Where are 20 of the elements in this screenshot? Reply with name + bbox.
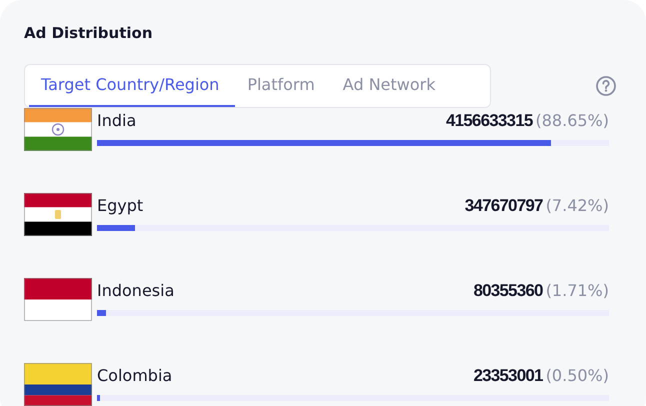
help-icon[interactable] <box>595 75 617 97</box>
flag-icon <box>24 278 92 321</box>
tab[interactable]: Target Country/Region <box>29 65 236 107</box>
flag-icon <box>24 363 92 406</box>
country-name: Indonesia <box>97 280 174 302</box>
tab[interactable]: Ad Network <box>330 65 452 107</box>
country-name: Colombia <box>97 365 172 387</box>
flag-icon <box>24 193 92 236</box>
country-name: Egypt <box>97 195 144 217</box>
install-count: 347670797 <box>464 195 543 218</box>
country-name: India <box>97 110 136 132</box>
install-count: 23353001 <box>473 365 543 388</box>
section-title: Ad Distribution <box>24 23 154 44</box>
percentage: (7.42%) <box>546 195 609 217</box>
percentage: (0.50%) <box>546 365 609 387</box>
tab[interactable]: Platform <box>235 65 331 107</box>
percentage: (1.71%) <box>546 280 609 302</box>
install-count: 80355360 <box>473 280 543 302</box>
install-count: 4156633315 <box>446 110 532 132</box>
percentage: (88.65%) <box>536 110 609 132</box>
